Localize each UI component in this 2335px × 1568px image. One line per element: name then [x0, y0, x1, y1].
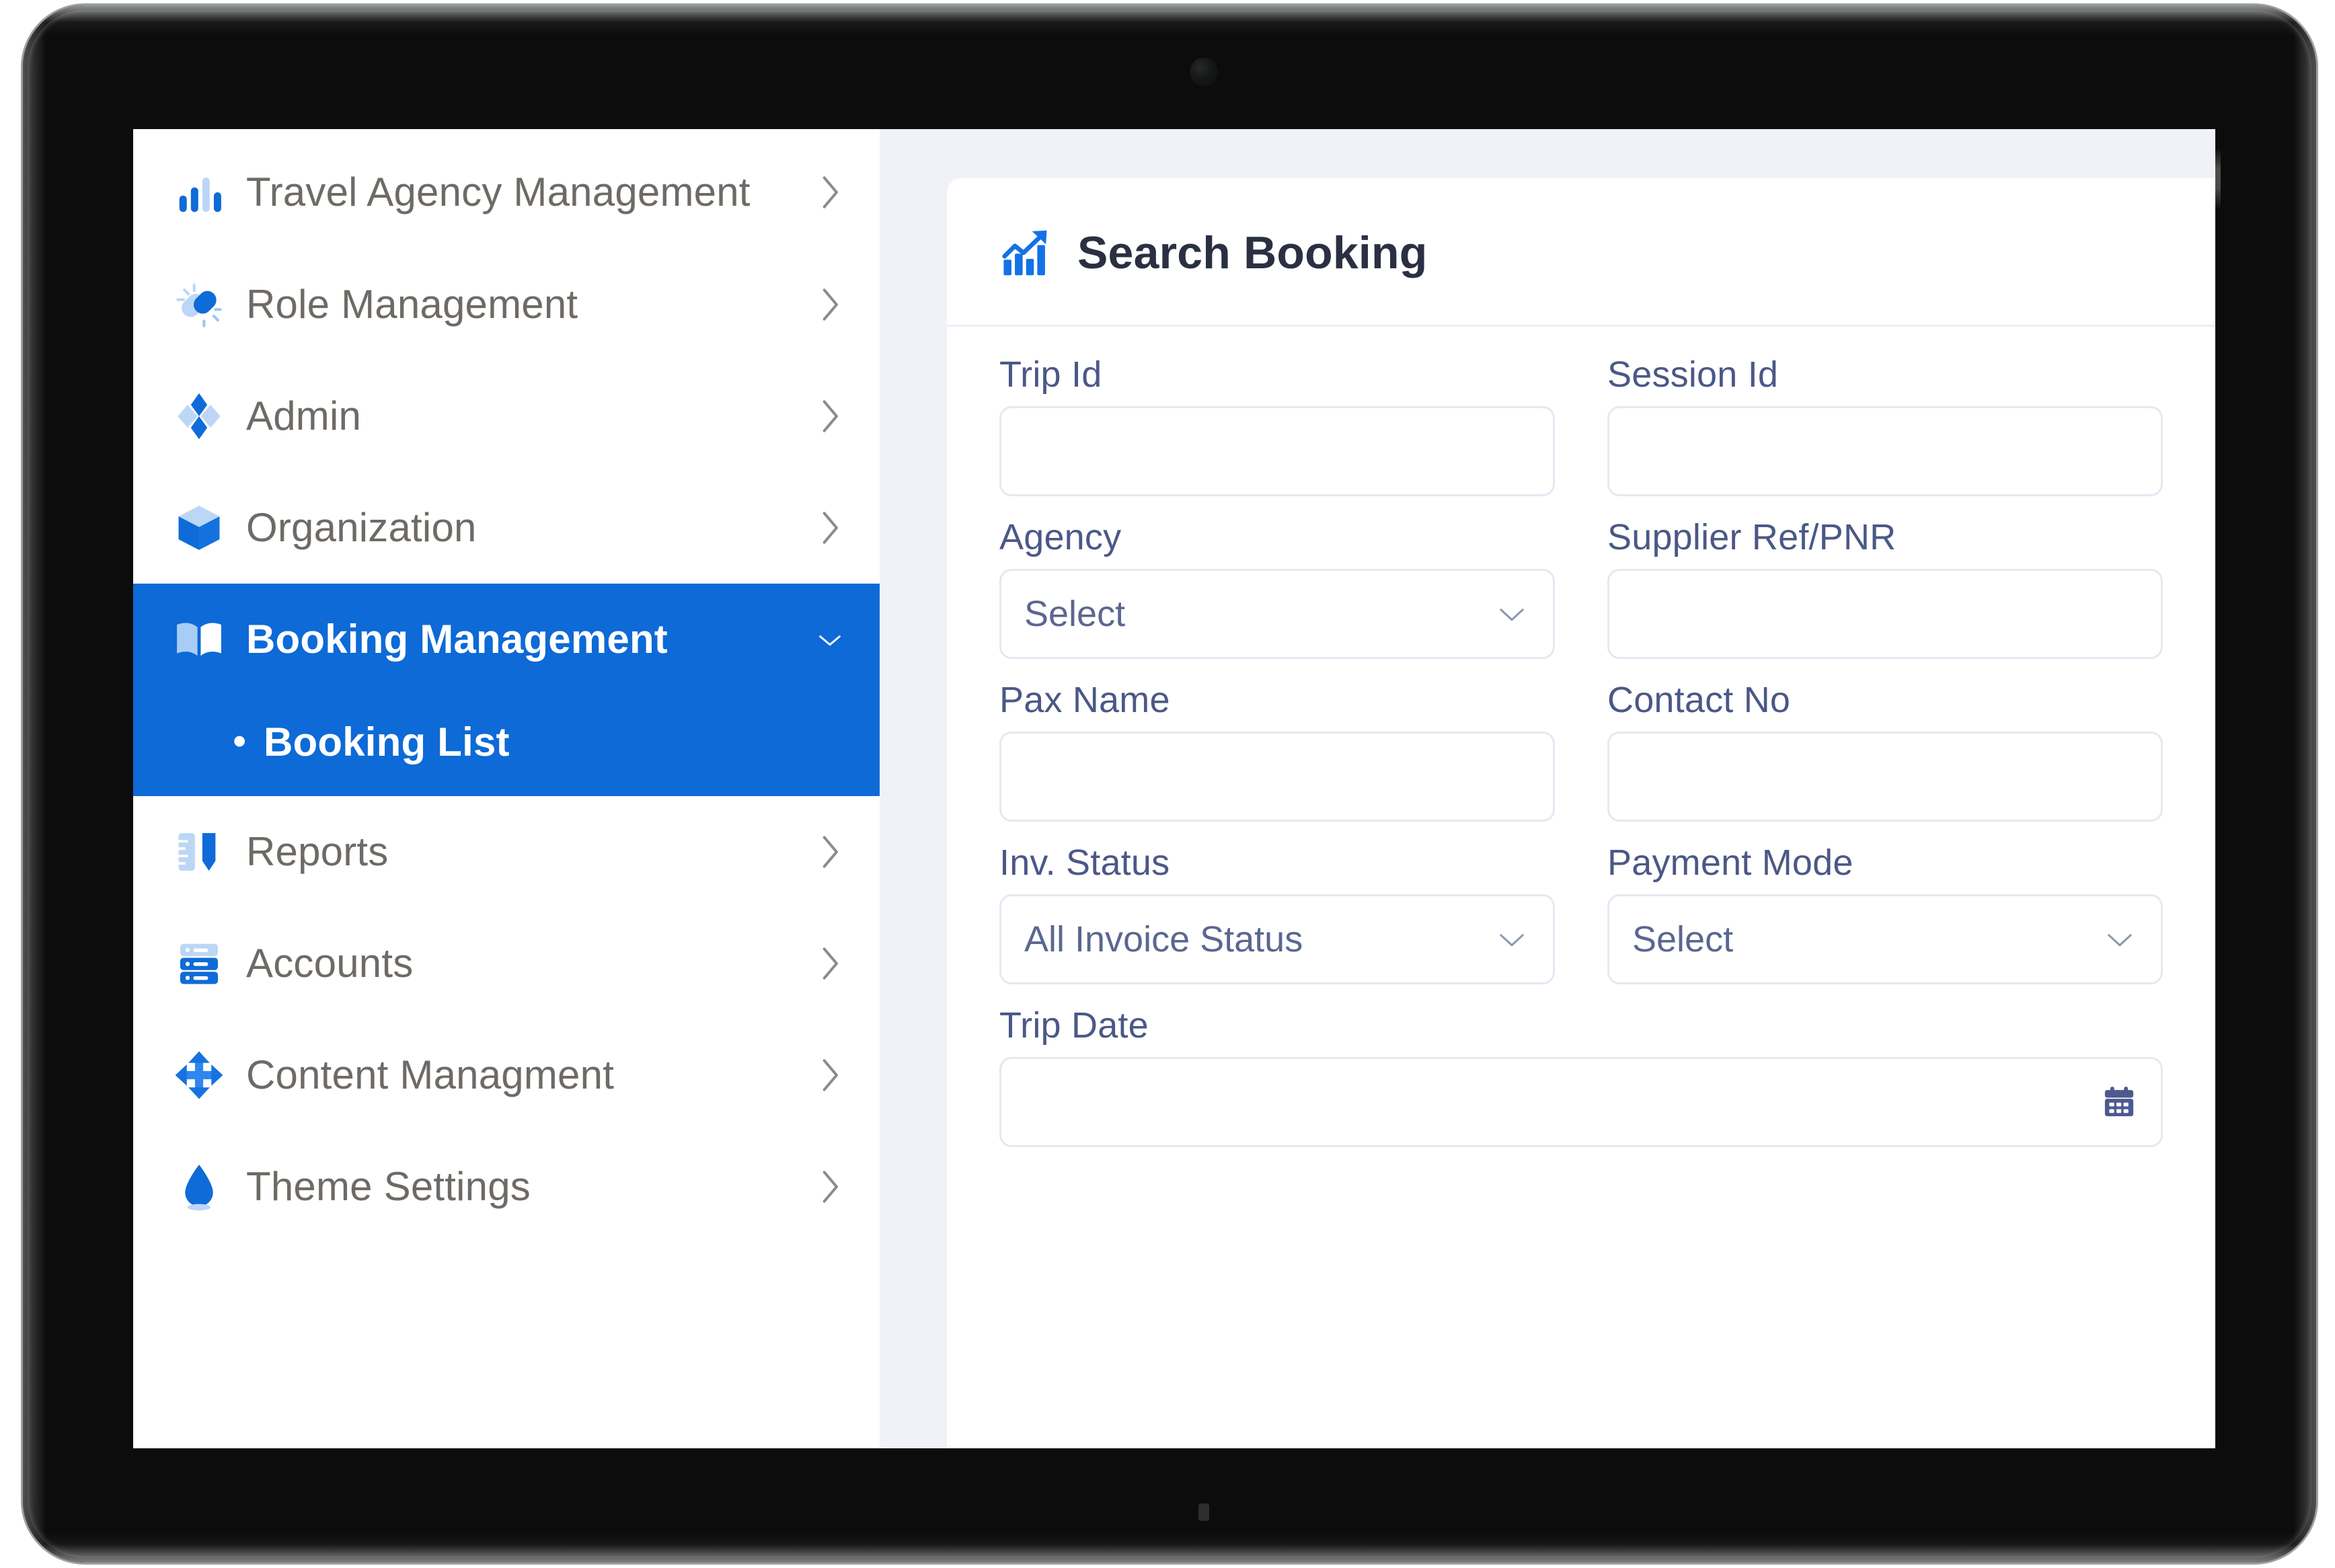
- water-drop-icon: [164, 1152, 234, 1222]
- move-arrows-icon: [164, 1040, 234, 1110]
- sidebar-item-label: Theme Settings: [246, 1164, 531, 1209]
- field-agency: Agency Select: [999, 516, 1555, 659]
- field-label: Pax Name: [999, 680, 1170, 720]
- session-id-input[interactable]: [1607, 406, 2163, 496]
- bullet-icon: •: [233, 719, 247, 763]
- sidebar-item-content-management[interactable]: Content Managment: [133, 1019, 880, 1131]
- chevron-down-icon: [810, 619, 850, 660]
- field-session-id: Session Id: [1607, 354, 2163, 496]
- field-label: Agency: [999, 517, 1122, 557]
- payment-mode-select[interactable]: Select: [1607, 894, 2163, 984]
- trip-date-input[interactable]: [999, 1057, 2163, 1147]
- sidebar-item-label: Booking Management: [246, 617, 668, 662]
- side-button[interactable]: [2215, 148, 2221, 210]
- form-row: Pax Name Contact No: [999, 679, 2163, 822]
- front-camera-icon: [1190, 58, 1218, 86]
- field-pax-name: Pax Name: [999, 679, 1555, 822]
- field-payment-mode: Payment Mode Select: [1607, 842, 2163, 984]
- open-book-icon: [164, 604, 234, 674]
- sidebar-subitem-label: Booking List: [264, 719, 510, 765]
- chevron-down-icon: [1494, 921, 1530, 957]
- field-trip-date: Trip Date: [999, 1005, 2163, 1147]
- chevron-right-icon: [810, 396, 850, 436]
- field-label: Contact No: [1607, 680, 1791, 720]
- tablet-device-frame: Travel Agency Management Role Management…: [23, 5, 2316, 1563]
- ruler-pen-icon: [164, 817, 234, 887]
- tablet-screen: Travel Agency Management Role Management…: [133, 129, 2215, 1448]
- inv-status-select[interactable]: All Invoice Status: [999, 894, 1555, 984]
- field-inv-status: Inv. Status All Invoice Status: [999, 842, 1555, 984]
- sidebar-item-role-management[interactable]: Role Management: [133, 249, 880, 360]
- chevron-right-icon: [810, 508, 850, 548]
- chevron-right-icon: [810, 284, 850, 325]
- field-label: Supplier Ref/PNR: [1607, 517, 1897, 557]
- form-row: Trip Date: [999, 1005, 2163, 1147]
- field-label: Session Id: [1607, 354, 1779, 395]
- chevron-down-icon: [1494, 596, 1530, 632]
- bezel-highlight-top: [23, 5, 2316, 36]
- bezel-highlight-right: [2293, 5, 2316, 1563]
- bezel-highlight-bottom: [23, 1532, 2316, 1563]
- trip-id-input[interactable]: [999, 406, 1555, 496]
- sidebar-item-label: Organization: [246, 505, 477, 550]
- diamonds-icon: [164, 381, 234, 451]
- calendar-icon[interactable]: [2100, 1083, 2138, 1121]
- sidebar-item-label: Accounts: [246, 941, 414, 986]
- supplier-ref-pnr-input[interactable]: [1607, 569, 2163, 659]
- field-label: Trip Date: [999, 1005, 1149, 1046]
- sidebar-item-organization[interactable]: Organization: [133, 472, 880, 584]
- field-supplier-ref-pnr: Supplier Ref/PNR: [1607, 516, 2163, 659]
- sidebar-item-travel-agency-management[interactable]: Travel Agency Management: [133, 136, 880, 249]
- chevron-down-icon: [2102, 921, 2138, 957]
- form-row: Agency Select Supplier Ref/PNR: [999, 516, 2163, 659]
- sidebar-item-label: Travel Agency Management: [246, 169, 751, 214]
- sidebar-item-accounts[interactable]: Accounts: [133, 908, 880, 1019]
- sidebar-subitem-booking-list[interactable]: • Booking List: [133, 695, 880, 796]
- card-header: Search Booking: [947, 178, 2215, 327]
- app-root: Travel Agency Management Role Management…: [133, 129, 2215, 1448]
- agency-selected-value: Select: [1024, 594, 1126, 634]
- page-title: Search Booking: [1077, 227, 1428, 278]
- main-content-area: Search Booking Trip Id Session Id Agency…: [880, 129, 2215, 1448]
- sidebar-item-label: Content Managment: [246, 1052, 615, 1097]
- field-label: Inv. Status: [999, 842, 1170, 883]
- contact-no-input[interactable]: [1607, 732, 2163, 822]
- magic-link-icon: [164, 270, 234, 340]
- sidebar-item-admin[interactable]: Admin: [133, 360, 880, 472]
- sidebar-group-booking-management: Booking Management • Booking List: [133, 584, 880, 796]
- form-row: Inv. Status All Invoice Status Payment M…: [999, 842, 2163, 984]
- field-contact-no: Contact No: [1607, 679, 2163, 822]
- field-label: Payment Mode: [1607, 842, 1853, 883]
- payment-mode-selected-value: Select: [1632, 919, 1734, 959]
- bar-chart-icon: [164, 157, 234, 227]
- sidebar-item-theme-settings[interactable]: Theme Settings: [133, 1131, 880, 1243]
- search-booking-card: Search Booking Trip Id Session Id Agency…: [947, 178, 2215, 1448]
- chevron-right-icon: [810, 943, 850, 984]
- sidebar-navigation: Travel Agency Management Role Management…: [133, 129, 880, 1448]
- chevron-right-icon: [810, 172, 850, 212]
- field-trip-id: Trip Id: [999, 354, 1555, 496]
- agency-select[interactable]: Select: [999, 569, 1555, 659]
- chevron-right-icon: [810, 1167, 850, 1207]
- form-row: Trip Id Session Id: [999, 354, 2163, 496]
- bezel-highlight-left: [23, 5, 46, 1563]
- sidebar-item-label: Role Management: [246, 282, 578, 327]
- growth-chart-icon: [1002, 230, 1047, 276]
- home-indicator: [1198, 1503, 1209, 1521]
- pax-name-input[interactable]: [999, 732, 1555, 822]
- inv-status-selected-value: All Invoice Status: [1024, 919, 1303, 959]
- server-stack-icon: [164, 929, 234, 998]
- sidebar-item-booking-management[interactable]: Booking Management: [133, 584, 880, 695]
- sidebar-item-label: Reports: [246, 829, 389, 874]
- cube-box-icon: [164, 493, 234, 563]
- chevron-right-icon: [810, 832, 850, 872]
- sidebar-item-reports[interactable]: Reports: [133, 796, 880, 908]
- sidebar-item-label: Admin: [246, 393, 362, 438]
- search-booking-form: Trip Id Session Id Agency Select Supplie…: [947, 327, 2215, 1147]
- field-label: Trip Id: [999, 354, 1102, 395]
- chevron-right-icon: [810, 1055, 850, 1095]
